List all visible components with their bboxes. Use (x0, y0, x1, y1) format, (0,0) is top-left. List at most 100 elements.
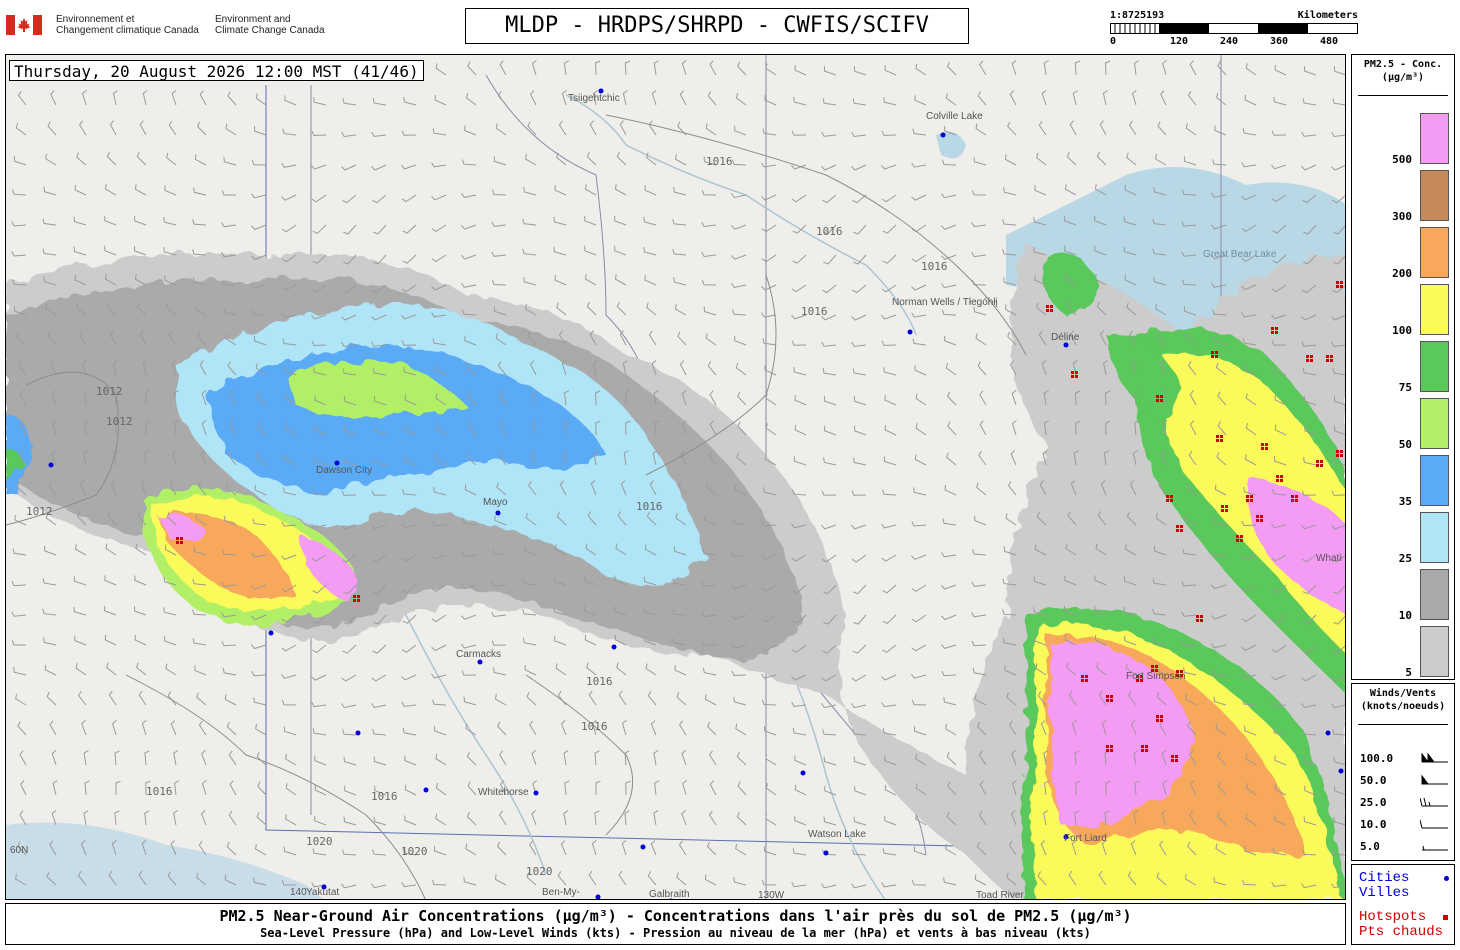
isobar-label: 1016 (816, 225, 843, 238)
scale-bar: 1:8725193 Kilometers 0 120 240 360 480 (1108, 10, 1358, 50)
hotspot (1106, 745, 1109, 748)
hotspot (1180, 529, 1183, 532)
legend-level-label: 500 (1392, 153, 1412, 166)
winds-legend: Winds/Vents (knots/noeuds) 100.0 50.0 25… (1351, 683, 1455, 861)
legend-swatch (1420, 284, 1449, 335)
scale-tick-240: 240 (1220, 36, 1239, 47)
hotspot (1275, 331, 1278, 334)
gov-en-line1: Environment and (215, 14, 291, 25)
map-caption: PM2.5 Near-Ground Air Concentrations (µg… (5, 903, 1346, 945)
hotspot (1085, 675, 1088, 678)
hotspot (1310, 359, 1313, 362)
hotspot (1256, 515, 1259, 518)
hotspot (1340, 454, 1343, 457)
winds-legend-title: Winds/Vents (knots/noeuds) (1352, 687, 1454, 713)
city-dot (495, 510, 501, 516)
hotspot (1216, 435, 1219, 438)
hotspot (1276, 475, 1279, 478)
isobar-label: 1016 (706, 155, 733, 168)
hotspot (1160, 715, 1163, 718)
caption-line1: PM2.5 Near-Ground Air Concentrations (µg… (219, 907, 1132, 925)
hotspot (176, 537, 179, 540)
hotspot (1330, 355, 1333, 358)
hotspot (1071, 375, 1074, 378)
hotspot (1221, 509, 1224, 512)
wind-speed-100: 100.0 (1360, 752, 1394, 765)
hotspot (1260, 515, 1263, 518)
hotspot (1156, 715, 1159, 718)
wind-barb-5-icon (1422, 845, 1448, 851)
canada-flag-icon (6, 15, 42, 35)
isobar-label: 1016 (581, 720, 608, 733)
wind-barb-25-icon (1420, 797, 1448, 807)
place-label-mayo: Mayo (483, 497, 508, 508)
hotspot (1310, 355, 1313, 358)
hotspot (180, 537, 183, 540)
hotspot (1215, 351, 1218, 354)
hotspot (1336, 285, 1339, 288)
winds-title-line2: (knots/noeuds) (1360, 701, 1446, 712)
legend-swatch (1420, 569, 1449, 620)
wind-speed-25: 25.0 (1360, 796, 1387, 809)
city-dot (1325, 730, 1331, 736)
winds-divider (1358, 724, 1448, 725)
hotspot (1295, 499, 1298, 502)
gov-name-english: Environment and Climate Change Canada (215, 14, 325, 36)
scale-tick-120: 120 (1170, 36, 1189, 47)
hotspot (1200, 615, 1203, 618)
hotspot (1291, 495, 1294, 498)
hotspot (1220, 435, 1223, 438)
caption-line2: Sea-Level Pressure (hPa) and Low-Level W… (260, 926, 1091, 940)
hotspot (1275, 327, 1278, 330)
hotspot (1271, 327, 1274, 330)
forecast-map[interactable]: 1016 1016 1016 1016 1016 1012 1012 1012 … (5, 54, 1346, 900)
place-label-galbraith: Galbraith (649, 889, 690, 900)
hotspot (1265, 443, 1268, 446)
isobar-label: 1020 (401, 845, 428, 858)
legend-level-label: 5 (1405, 666, 1412, 679)
isobar-label: 1016 (921, 260, 948, 273)
hotspot (1336, 454, 1339, 457)
legend-level-label: 300 (1392, 210, 1412, 223)
city-dot (611, 644, 617, 650)
city-dot (907, 329, 913, 335)
pm25-legend: PM2.5 - Conc. (µg/m³) 500 300 200 100 75 50 35… (1351, 54, 1455, 680)
isobar-label: 1016 (586, 675, 613, 688)
hotspot (1340, 450, 1343, 453)
scale-unit: Kilometers (1297, 10, 1358, 21)
hotspot (1271, 331, 1274, 334)
city-dot (940, 132, 946, 138)
hotspot (1261, 447, 1264, 450)
hotspot (1106, 749, 1109, 752)
legend-level-label: 100 (1392, 324, 1412, 337)
legend-swatch (1420, 512, 1449, 563)
hotspot (1340, 285, 1343, 288)
scale-tick-480: 480 (1320, 36, 1339, 47)
legend-level-label: 25 (1398, 552, 1412, 565)
place-label-carmacks: Carmacks (456, 649, 501, 660)
place-label-whitehorse: Whitehorse (478, 787, 529, 798)
hotspot (1071, 371, 1074, 374)
hotspot (1151, 665, 1154, 668)
hotspot (1220, 439, 1223, 442)
isobar-label: 1012 (96, 385, 123, 398)
place-label-deline: Déline (1051, 332, 1080, 343)
legend-title-line1: PM2.5 - Conc. (1363, 59, 1443, 70)
hotspot (1340, 281, 1343, 284)
hotspot (1336, 281, 1339, 284)
hotspot (1141, 745, 1144, 748)
isobar-label: 1020 (526, 865, 553, 878)
map-canvas: 1016 1016 1016 1016 1016 1012 1012 1012 … (6, 55, 1345, 900)
hotspot (357, 595, 360, 598)
hotspot (1316, 460, 1319, 463)
hotspot (1175, 759, 1178, 762)
hotspot (1316, 464, 1319, 467)
key-cities-en: Cities (1359, 870, 1410, 886)
symbol-key: Cities Villes Hotspots Pts chauds (1351, 864, 1455, 945)
city-dot (423, 787, 429, 793)
hotspot (1171, 759, 1174, 762)
hotspot (1075, 375, 1078, 378)
legend-swatch (1420, 455, 1449, 506)
hotspot (1326, 355, 1329, 358)
hotspot (1106, 695, 1109, 698)
